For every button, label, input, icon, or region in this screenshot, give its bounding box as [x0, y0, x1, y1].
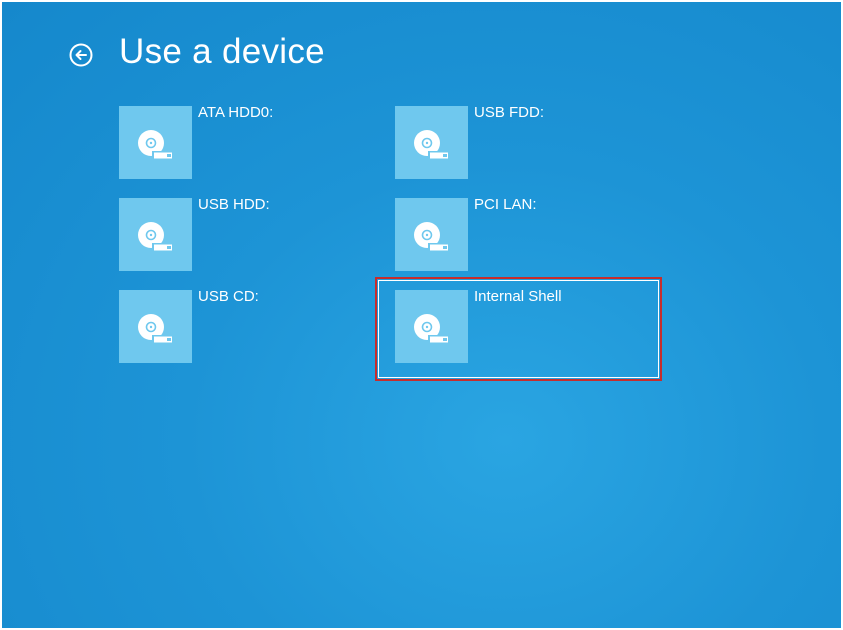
disk-drive-icon: [138, 222, 174, 251]
device-tile-icon-box: [119, 290, 192, 363]
device-tile-pci-lan[interactable]: PCI LAN:: [395, 196, 675, 278]
device-tile-usb-cd[interactable]: USB CD:: [119, 288, 399, 370]
device-tile-icon-box: [119, 198, 192, 271]
disk-drive-icon: [414, 314, 450, 343]
use-a-device-screen: Use a device ATA HDD0: USB FDD: USB HDD:…: [2, 2, 841, 628]
disk-drive-icon: [414, 222, 450, 251]
disk-drive-icon: [138, 130, 174, 159]
device-tile-label: PCI LAN:: [474, 196, 537, 213]
device-tile-usb-hdd[interactable]: USB HDD:: [119, 196, 399, 278]
device-tile-label: Internal Shell: [474, 288, 562, 305]
back-arrow-circle-icon: [69, 43, 93, 67]
back-button[interactable]: [68, 42, 94, 68]
device-tile-icon-box: [119, 106, 192, 179]
device-tile-label: USB HDD:: [198, 196, 270, 213]
device-tile-ata-hdd0[interactable]: ATA HDD0:: [119, 104, 399, 186]
disk-drive-icon: [414, 130, 450, 159]
device-tile-usb-fdd[interactable]: USB FDD:: [395, 104, 675, 186]
device-tile-label: ATA HDD0:: [198, 104, 274, 121]
device-tile-icon-box: [395, 106, 468, 179]
disk-drive-icon: [138, 314, 174, 343]
device-tile-label: USB CD:: [198, 288, 259, 305]
device-tile-label: USB FDD:: [474, 104, 545, 121]
page-title: Use a device: [119, 32, 325, 71]
device-tile-icon-box: [395, 198, 468, 271]
device-tile-internal-shell[interactable]: Internal Shell: [395, 288, 675, 370]
device-tile-icon-box: [395, 290, 468, 363]
